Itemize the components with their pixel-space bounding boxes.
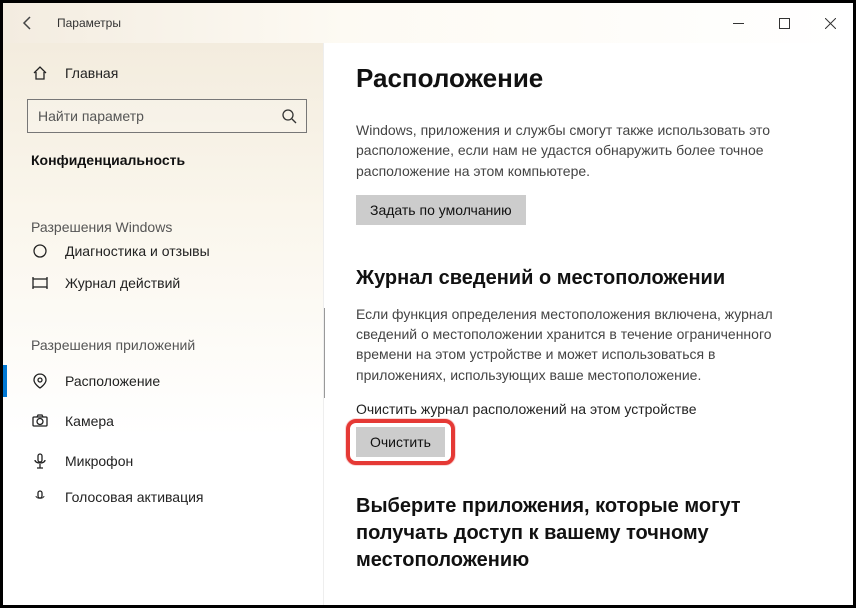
sidebar-item-activity-history[interactable]: Журнал действий <box>3 263 323 303</box>
sidebar-item-camera[interactable]: Камера <box>3 401 323 441</box>
sidebar-item-label: Диагностика и отзывы <box>65 243 210 259</box>
sidebar-item-location[interactable]: Расположение <box>3 361 323 401</box>
back-button[interactable] <box>13 8 43 38</box>
search-icon <box>272 108 306 124</box>
sidebar-group-windows-permissions: Разрешения Windows <box>3 201 323 243</box>
activity-history-icon <box>31 275 49 291</box>
sidebar-item-microphone[interactable]: Микрофон <box>3 441 323 481</box>
search-box[interactable] <box>27 99 307 133</box>
maximize-button[interactable] <box>761 7 807 39</box>
sidebar-item-label: Журнал действий <box>65 275 180 291</box>
microphone-icon <box>31 453 49 469</box>
feedback-icon <box>31 243 49 259</box>
arrow-left-icon <box>20 15 36 31</box>
choose-apps-heading: Выберите приложения, которые могут получ… <box>356 493 796 574</box>
location-history-description: Если функция определения местоположения … <box>356 304 786 385</box>
page-title: Расположение <box>356 63 813 94</box>
scroll-indicator <box>323 308 325 398</box>
clear-history-button[interactable]: Очистить <box>356 427 445 457</box>
sidebar-home[interactable]: Главная <box>3 53 323 93</box>
default-location-description: Windows, приложения и службы смогут такж… <box>356 120 786 181</box>
sidebar-item-voice-activation[interactable]: Голосовая активация <box>3 481 323 505</box>
sidebar-item-diagnostics[interactable]: Диагностика и отзывы <box>3 243 323 263</box>
sidebar-category: Конфиденциальность <box>3 143 323 177</box>
location-history-heading: Журнал сведений о местоположении <box>356 267 813 290</box>
main-content: Расположение Расположение по умолчанию W… <box>323 43 853 605</box>
voice-activation-icon <box>31 489 49 505</box>
home-icon <box>31 65 49 81</box>
sidebar-group-app-permissions: Разрешения приложений <box>3 319 323 361</box>
sidebar-item-label: Голосовая активация <box>65 489 204 505</box>
location-icon <box>31 373 49 389</box>
titlebar: Параметры <box>3 3 853 43</box>
minimize-button[interactable] <box>715 7 761 39</box>
sidebar: Главная Конфиденциальность Разрешения Wi… <box>3 43 323 605</box>
sidebar-item-label: Камера <box>65 413 114 429</box>
search-input[interactable] <box>28 108 272 124</box>
window-controls <box>715 7 853 39</box>
camera-icon <box>31 413 49 429</box>
set-default-button[interactable]: Задать по умолчанию <box>356 195 526 225</box>
window-title: Параметры <box>57 16 121 30</box>
sidebar-item-label: Микрофон <box>65 453 133 469</box>
sidebar-category-label: Конфиденциальность <box>31 152 185 168</box>
cut-section-heading: Расположение по умолчанию <box>356 98 813 106</box>
close-button[interactable] <box>807 7 853 39</box>
sidebar-item-label: Главная <box>65 65 118 81</box>
clear-history-label: Очистить журнал расположений на этом уст… <box>356 401 813 417</box>
sidebar-item-label: Расположение <box>65 373 160 389</box>
